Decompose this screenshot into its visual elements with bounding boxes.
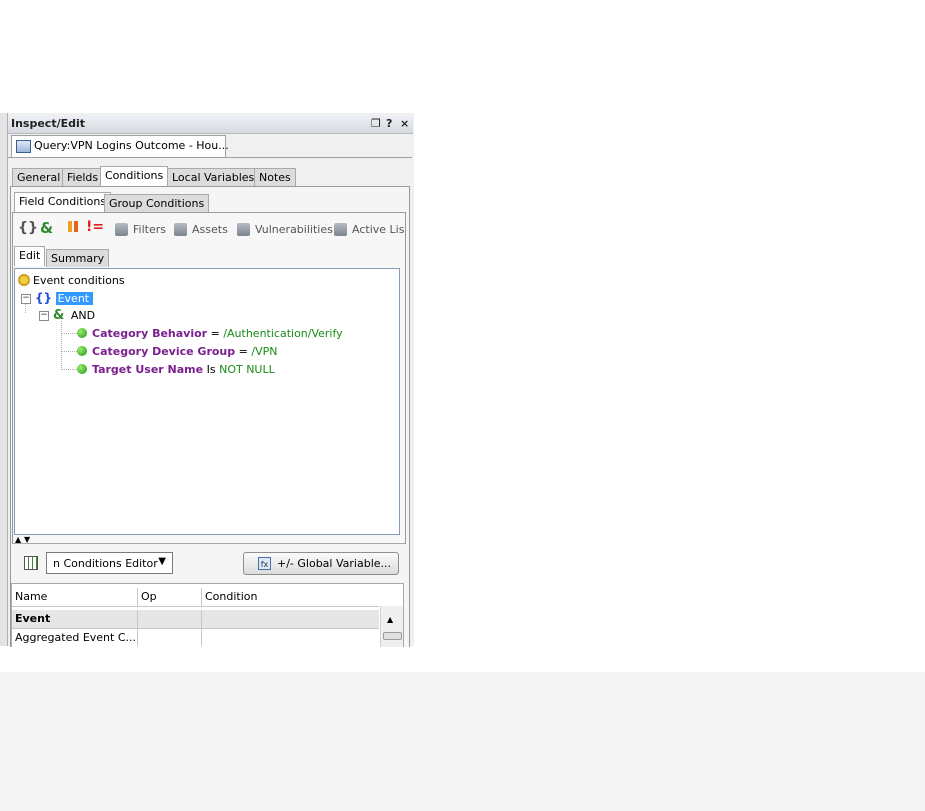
tree-node-event[interactable]: {} Event bbox=[35, 290, 94, 307]
table-cell[interactable] bbox=[201, 628, 379, 646]
and-collapse-icon[interactable]: − bbox=[39, 311, 49, 321]
tab-field-conditions[interactable]: Field Conditions bbox=[14, 192, 112, 212]
assets-icon bbox=[174, 223, 187, 236]
document-content-border bbox=[8, 157, 412, 158]
splitter-bar[interactable] bbox=[12, 543, 404, 544]
left-edge-strip bbox=[0, 113, 8, 646]
scroll-up-icon[interactable]: ▲ bbox=[387, 615, 393, 624]
condition-field: Target User Name bbox=[92, 363, 204, 376]
condition-op: = bbox=[238, 345, 248, 358]
panel-title: Inspect/Edit bbox=[11, 117, 86, 130]
tree-node-and[interactable]: & AND bbox=[53, 307, 95, 324]
global-variable-button-label: +/- Global Variable... bbox=[277, 557, 392, 570]
active-lists-button[interactable]: Active Lis bbox=[352, 223, 404, 236]
tab-general[interactable]: General bbox=[12, 168, 66, 186]
or-icon[interactable] bbox=[68, 219, 81, 233]
condition-value: /VPN bbox=[251, 345, 278, 358]
close-icon[interactable]: × bbox=[400, 117, 409, 130]
filters-button[interactable]: Filters bbox=[133, 223, 166, 236]
table-cell[interactable] bbox=[137, 628, 201, 646]
column-header-name[interactable]: Name bbox=[12, 588, 137, 606]
condition-field: Category Behavior bbox=[92, 327, 208, 340]
braces-icon[interactable]: {} bbox=[18, 220, 38, 236]
tab-edit[interactable]: Edit bbox=[14, 246, 46, 266]
tab-notes[interactable]: Notes bbox=[254, 168, 296, 186]
editor-select[interactable]: n Conditions Editor ▼ bbox=[46, 552, 173, 574]
condition-status-icon bbox=[77, 346, 87, 356]
condition-value: /Authentication/Verify bbox=[223, 327, 343, 340]
chevron-down-icon: ▼ bbox=[158, 556, 166, 567]
condition-op: Is bbox=[206, 363, 216, 376]
table-cell[interactable] bbox=[201, 610, 379, 628]
condition-tree[interactable]: Event conditions − {} Event − & AND Cate… bbox=[14, 268, 400, 535]
tab-local-variables[interactable]: Local Variables bbox=[167, 168, 260, 186]
condition-status-icon bbox=[77, 328, 87, 338]
condition-value: NOT NULL bbox=[219, 363, 275, 376]
assets-button[interactable]: Assets bbox=[192, 223, 228, 236]
tree-root-label: Event conditions bbox=[33, 274, 125, 287]
tree-node-event-label: Event bbox=[55, 292, 94, 305]
condition-row[interactable]: Category Behavior = /Authentication/Veri… bbox=[77, 325, 343, 342]
condition-row[interactable]: Category Device Group = /VPN bbox=[77, 343, 277, 360]
float-icon[interactable]: ❐ bbox=[371, 117, 381, 130]
scroll-thumb[interactable] bbox=[383, 632, 402, 640]
column-header-condition[interactable]: Condition bbox=[201, 588, 379, 606]
panel-titlebar: Inspect/Edit ❐ ? × bbox=[8, 116, 413, 134]
document-tab-label: Query:VPN Logins Outcome - Hou... bbox=[34, 139, 229, 152]
tab-group-conditions[interactable]: Group Conditions bbox=[104, 194, 210, 212]
event-collapse-icon[interactable]: − bbox=[21, 294, 31, 304]
vulnerabilities-button[interactable]: Vulnerabilities bbox=[255, 223, 333, 236]
condition-op: = bbox=[210, 327, 220, 340]
empty-footer-area bbox=[0, 672, 925, 811]
editor-select-value: n Conditions Editor bbox=[53, 557, 158, 570]
tree-node-and-label: AND bbox=[70, 309, 96, 322]
vertical-scrollbar[interactable]: ▲ bbox=[380, 606, 403, 647]
fields-grid[interactable]: Name Op Condition Event Aggregated Event… bbox=[11, 583, 404, 647]
tree-root[interactable]: Event conditions bbox=[18, 272, 125, 289]
event-braces-icon: {} bbox=[35, 291, 53, 305]
condition-field: Category Device Group bbox=[92, 345, 236, 358]
condition-row[interactable]: Target User Name Is NOT NULL bbox=[77, 361, 275, 378]
global-variable-button[interactable]: fx +/- Global Variable... bbox=[243, 552, 399, 575]
and-node-icon: & bbox=[53, 308, 65, 323]
tab-fields[interactable]: Fields bbox=[62, 168, 104, 186]
document-tab[interactable]: Query:VPN Logins Outcome - Hou... bbox=[11, 135, 229, 157]
table-row[interactable]: Event bbox=[12, 610, 137, 628]
vulnerabilities-icon bbox=[237, 223, 250, 236]
editor-mode-icon bbox=[24, 556, 38, 570]
event-conditions-icon bbox=[18, 274, 30, 286]
table-row[interactable]: Aggregated Event C... bbox=[12, 628, 137, 646]
active-lists-icon bbox=[334, 223, 347, 236]
column-header-op[interactable]: Op bbox=[137, 588, 201, 606]
help-icon[interactable]: ? bbox=[386, 117, 392, 130]
query-icon bbox=[16, 140, 31, 153]
function-icon: fx bbox=[258, 557, 271, 570]
tab-summary[interactable]: Summary bbox=[46, 249, 110, 267]
table-cell[interactable] bbox=[137, 610, 201, 628]
filters-icon bbox=[115, 223, 128, 236]
condition-status-icon bbox=[77, 364, 87, 374]
and-icon[interactable]: & bbox=[40, 219, 53, 237]
tab-conditions[interactable]: Conditions bbox=[100, 166, 169, 186]
not-icon[interactable]: != bbox=[86, 219, 104, 235]
